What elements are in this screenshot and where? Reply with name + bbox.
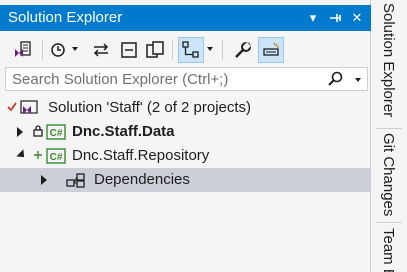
view-dropdown-icon[interactable] [207, 47, 213, 51]
solution-explorer-panel: Solution Explorer ▾ ✕ Search Solution Ex… [0, 0, 371, 272]
solution-label: Solution 'Staff' (2 of 2 projects) [48, 99, 252, 116]
search-icon[interactable] [327, 71, 343, 87]
tab-separator [376, 128, 402, 129]
toolbar-separator [172, 40, 173, 60]
pending-changes-filter-button[interactable] [46, 37, 72, 63]
tab-separator [376, 222, 402, 223]
expand-arrow-icon[interactable] [17, 127, 23, 137]
project-label: Dnc.Staff.Data [72, 123, 175, 140]
tree-row-dependencies[interactable]: Dependencies [0, 168, 371, 192]
panel-title: Solution Explorer [8, 9, 123, 26]
tab-label: Solution Explorer [380, 3, 397, 118]
search-box [5, 67, 368, 91]
collapse-all-button[interactable] [116, 37, 142, 63]
search-options-dropdown-icon[interactable] [355, 78, 361, 82]
side-tab-strip: Solution Explorer Git Changes Team E [371, 0, 407, 272]
checkmark-icon [7, 102, 17, 112]
project-label: Dnc.Staff.Repository [72, 147, 210, 164]
view-class-diagram-button[interactable] [178, 37, 204, 63]
solution-tree: Solution 'Staff' (2 of 2 projects) C# Dn… [0, 96, 371, 192]
view-class-diagram-icon [182, 41, 199, 58]
tree-row-solution[interactable]: Solution 'Staff' (2 of 2 projects) [0, 96, 371, 120]
svg-text:C#: C# [50, 128, 63, 139]
preview-selected-items-button[interactable] [258, 37, 284, 63]
collapse-arrow-icon[interactable] [16, 149, 28, 161]
collapse-all-icon [121, 42, 137, 58]
plus-icon [34, 151, 42, 159]
preview-selected-items-icon [263, 42, 279, 56]
window-position-dropdown-icon[interactable]: ▾ [304, 5, 322, 31]
properties-icon [235, 42, 251, 58]
solution-icon [20, 100, 38, 114]
switch-views-icon [15, 41, 31, 57]
close-icon[interactable]: ✕ [348, 5, 366, 31]
tree-row-project-repository[interactable]: C# Dnc.Staff.Repository [0, 144, 371, 168]
tab-label: Team E [380, 228, 397, 272]
tree-row-project-data[interactable]: C# Dnc.Staff.Data [0, 120, 371, 144]
expand-arrow-icon[interactable] [41, 175, 47, 185]
sync-with-active-document-icon [93, 43, 109, 57]
tab-team-explorer[interactable]: Team E [371, 228, 407, 272]
tab-solution-explorer[interactable]: Solution Explorer [371, 3, 407, 126]
toolbar-separator [222, 40, 223, 60]
properties-button[interactable] [230, 37, 256, 63]
switch-views-button[interactable] [10, 37, 36, 63]
pending-changes-filter-icon [51, 43, 65, 57]
tab-label: Git Changes [380, 133, 397, 217]
tab-git-changes[interactable]: Git Changes [371, 133, 407, 221]
search-input[interactable] [12, 70, 312, 88]
lock-icon [33, 125, 43, 137]
csharp-project-icon: C# [46, 124, 66, 140]
solution-explorer-toolbar [0, 33, 371, 67]
auto-hide-pin-icon[interactable] [326, 5, 344, 31]
dependencies-label: Dependencies [94, 171, 190, 188]
show-all-files-button[interactable] [142, 37, 168, 63]
pending-changes-dropdown-icon[interactable] [72, 47, 78, 51]
dependencies-icon [66, 173, 85, 188]
toolbar-separator [42, 40, 43, 60]
sync-with-active-document-button[interactable] [88, 37, 114, 63]
show-all-files-icon [146, 41, 164, 58]
svg-text:C#: C# [50, 152, 63, 163]
csharp-project-icon: C# [46, 148, 66, 164]
panel-title-bar: Solution Explorer ▾ ✕ [0, 5, 371, 31]
